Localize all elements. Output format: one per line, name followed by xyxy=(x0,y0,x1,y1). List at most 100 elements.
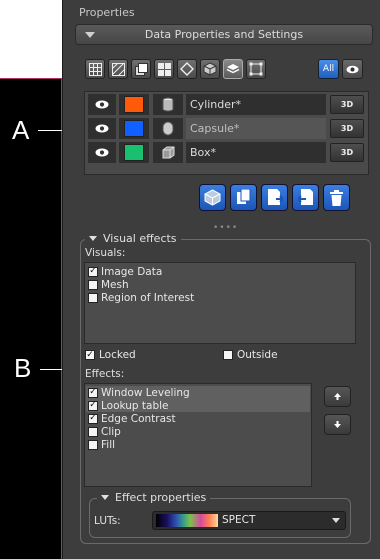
lut-selected-value: SPECT xyxy=(222,514,256,526)
stack-icon xyxy=(226,64,240,74)
export-button[interactable] xyxy=(292,184,319,211)
layers-icon xyxy=(134,62,148,76)
checkbox[interactable] xyxy=(88,292,98,303)
collapse-triangle-icon xyxy=(85,32,95,38)
arrow-down-icon xyxy=(334,421,341,428)
data-list: Cylinder* 3D Capsule* 3D Box* 3D xyxy=(84,91,369,175)
collapse-triangle-icon xyxy=(89,236,97,241)
capsule-icon xyxy=(162,121,174,136)
effect-item-window-leveling[interactable]: ✓ Window Leveling xyxy=(86,386,310,399)
cube-icon xyxy=(203,62,217,76)
shape-type xyxy=(153,118,183,139)
effect-item-edge-contrast[interactable]: ✓ Edge Contrast xyxy=(88,412,176,425)
effect-properties-title[interactable]: Effect properties xyxy=(97,491,211,504)
visual-effects-title[interactable]: Visual effects xyxy=(85,232,181,245)
data-name-label[interactable]: Capsule* xyxy=(186,118,326,139)
data-row-cylinder[interactable]: Cylinder* 3D xyxy=(85,93,368,116)
header-label: Data Properties and Settings xyxy=(144,28,304,41)
visual-item-label: Region of Interest xyxy=(101,291,195,304)
visual-item-roi[interactable]: Region of Interest xyxy=(88,291,194,304)
chevron-down-icon xyxy=(332,518,340,523)
data-name-label[interactable]: Box* xyxy=(186,142,326,163)
data-properties-header[interactable]: Data Properties and Settings xyxy=(75,24,373,45)
callout-b: B xyxy=(14,353,32,383)
effect-item-label: Clip xyxy=(101,425,121,438)
box-icon xyxy=(162,146,174,159)
bounding-box-button[interactable] xyxy=(246,59,266,79)
properties-panel: Properties Data Properties and Settings xyxy=(62,0,380,559)
visibility-toggle[interactable] xyxy=(88,142,116,163)
visual-item-label: Mesh xyxy=(101,278,129,291)
shape-type xyxy=(153,142,183,163)
effect-item-label: Edge Contrast xyxy=(101,412,176,425)
cube-icon xyxy=(204,189,221,206)
export-icon xyxy=(297,189,313,205)
bounding-box-icon xyxy=(249,62,263,76)
color-swatch xyxy=(124,144,144,161)
copy-icon xyxy=(237,189,251,204)
effect-item-label: Window Leveling xyxy=(101,386,190,399)
move-down-button[interactable] xyxy=(324,414,351,435)
effects-list: ✓ Window Leveling ✓ Lookup table ✓ Edge … xyxy=(84,383,312,487)
visual-item-label: Image Data xyxy=(101,265,163,278)
effect-item-clip[interactable]: Clip xyxy=(88,425,121,438)
outside-checkbox[interactable]: Outside xyxy=(223,349,278,361)
data-row-box[interactable]: Box* 3D xyxy=(85,141,368,164)
color-picker[interactable] xyxy=(119,142,149,163)
effects-label: Effects: xyxy=(85,368,125,380)
3d-button[interactable]: 3D xyxy=(330,119,364,138)
visual-effects-label: Visual effects xyxy=(103,232,177,245)
move-up-button[interactable] xyxy=(324,386,351,407)
duplicate-button[interactable] xyxy=(230,184,257,211)
locked-label: Locked xyxy=(99,349,136,361)
effect-properties-label: Effect properties xyxy=(115,491,207,504)
checkbox[interactable]: ✓ xyxy=(88,413,98,424)
lut-dropdown[interactable]: SPECT xyxy=(152,511,346,530)
checkbox[interactable]: ✓ xyxy=(88,387,98,398)
eye-icon xyxy=(95,124,109,133)
color-picker[interactable] xyxy=(119,118,149,139)
visibility-toggle[interactable] xyxy=(88,94,116,115)
3d-button[interactable]: 3D xyxy=(330,95,364,114)
checkbox[interactable]: ✓ xyxy=(88,266,98,277)
grid-icon xyxy=(88,62,102,76)
eye-icon xyxy=(95,100,109,109)
grid-view-button[interactable] xyxy=(85,59,105,79)
collapse-triangle-icon xyxy=(101,495,109,500)
show-all-button[interactable]: All xyxy=(318,59,339,79)
checkbox[interactable] xyxy=(223,350,233,360)
import-button[interactable] xyxy=(261,184,288,211)
toggle-visibility-button[interactable] xyxy=(342,59,363,79)
effect-item-label: Lookup table xyxy=(101,399,169,412)
checkbox[interactable] xyxy=(88,426,98,437)
checkbox[interactable]: ✓ xyxy=(85,350,95,360)
mesh-button[interactable] xyxy=(200,59,220,79)
panel-title: Properties xyxy=(79,6,135,19)
3d-button[interactable]: 3D xyxy=(330,143,364,162)
add-cube-button[interactable] xyxy=(199,184,226,211)
locked-checkbox[interactable]: ✓ Locked xyxy=(85,349,136,361)
color-picker[interactable] xyxy=(119,94,149,115)
data-name-label[interactable]: Cylinder* xyxy=(186,94,326,115)
checkbox[interactable] xyxy=(88,279,98,290)
visibility-toggle[interactable] xyxy=(88,118,116,139)
effect-item-fill[interactable]: Fill xyxy=(88,438,115,451)
visual-item-image-data[interactable]: ✓ Image Data xyxy=(88,265,162,278)
data-row-capsule[interactable]: Capsule* 3D xyxy=(85,117,368,140)
splitter-handle[interactable]: •••• xyxy=(213,223,238,233)
checkbox[interactable]: ✓ xyxy=(88,400,98,411)
layers-button[interactable] xyxy=(131,59,151,79)
viewport-area xyxy=(0,78,62,559)
visual-item-mesh[interactable]: Mesh xyxy=(88,278,129,291)
arrow-up-icon xyxy=(334,393,341,400)
checkbox[interactable] xyxy=(88,439,98,450)
color-swatch xyxy=(124,120,144,137)
diamond-button[interactable] xyxy=(177,59,197,79)
effect-item-label: Fill xyxy=(101,438,116,451)
hatch-view-button[interactable] xyxy=(108,59,128,79)
eye-icon xyxy=(346,65,359,73)
delete-button[interactable] xyxy=(323,184,350,211)
stack-button[interactable] xyxy=(223,59,243,79)
effect-item-lookup-table[interactable]: ✓ Lookup table xyxy=(86,399,310,412)
tiles-button[interactable] xyxy=(154,59,174,79)
